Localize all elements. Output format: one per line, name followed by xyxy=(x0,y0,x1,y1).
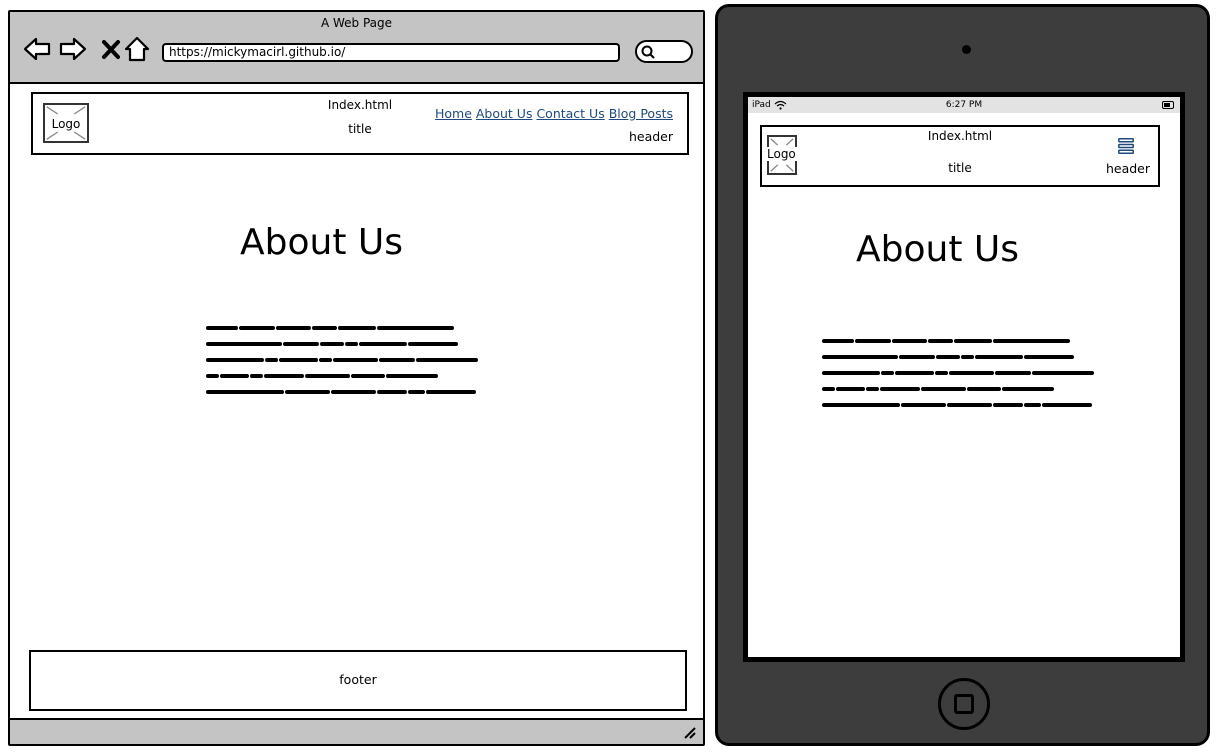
browser-window: A Web Page https://mickymacirl.github.io… xyxy=(8,10,705,746)
nav-link-home[interactable]: Home xyxy=(435,106,472,121)
tablet-screen: iPad 6:27 PM Logo Index.html title heade… xyxy=(743,92,1185,662)
browser-toolbar: A Web Page https://mickymacirl.github.io… xyxy=(10,12,703,84)
header-title: title xyxy=(348,122,372,136)
footer-label: footer xyxy=(339,672,377,687)
tablet-site-header: Logo Index.html title header xyxy=(760,125,1160,187)
tablet-header-title: title xyxy=(948,161,972,175)
header-label: header xyxy=(628,129,673,144)
camera-icon xyxy=(962,45,971,54)
arrow-right-icon[interactable] xyxy=(58,34,88,64)
status-time: 6:27 PM xyxy=(945,100,983,110)
nav-link-contact[interactable]: Contact Us xyxy=(536,106,604,121)
nav-link-about[interactable]: About Us xyxy=(476,106,533,121)
home-icon[interactable] xyxy=(122,34,152,64)
battery-icon xyxy=(1162,101,1174,109)
ios-status-bar: iPad 6:27 PM xyxy=(748,97,1180,113)
placeholder-text-block xyxy=(206,324,486,400)
search-icon xyxy=(641,45,655,59)
arrow-left-icon[interactable] xyxy=(22,34,52,64)
tablet-placeholder-text-block xyxy=(822,337,1102,413)
tablet-device: iPad 6:27 PM Logo Index.html title heade… xyxy=(715,4,1210,746)
nav-link-blog[interactable]: Blog Posts xyxy=(609,106,673,121)
url-input[interactable]: https://mickymacirl.github.io/ xyxy=(162,43,620,62)
search-field[interactable] xyxy=(635,40,693,63)
browser-status-bar xyxy=(10,718,703,744)
tablet-page-heading: About Us xyxy=(856,229,1019,270)
resize-grip-icon[interactable] xyxy=(681,724,697,740)
nav-links: Home About Us Contact Us Blog Posts xyxy=(435,106,673,121)
hamburger-menu-icon[interactable] xyxy=(1118,138,1134,154)
page-heading: About Us xyxy=(240,222,403,263)
site-footer: footer xyxy=(29,650,687,711)
site-header: Logo Index.html title Home About Us Cont… xyxy=(31,92,689,155)
tablet-header-file-name: Index.html xyxy=(927,129,993,143)
window-title: A Web Page xyxy=(320,16,393,30)
tablet-logo-label: Logo xyxy=(765,147,798,161)
home-button[interactable] xyxy=(938,678,990,730)
tablet-header-label: header xyxy=(1105,161,1150,176)
